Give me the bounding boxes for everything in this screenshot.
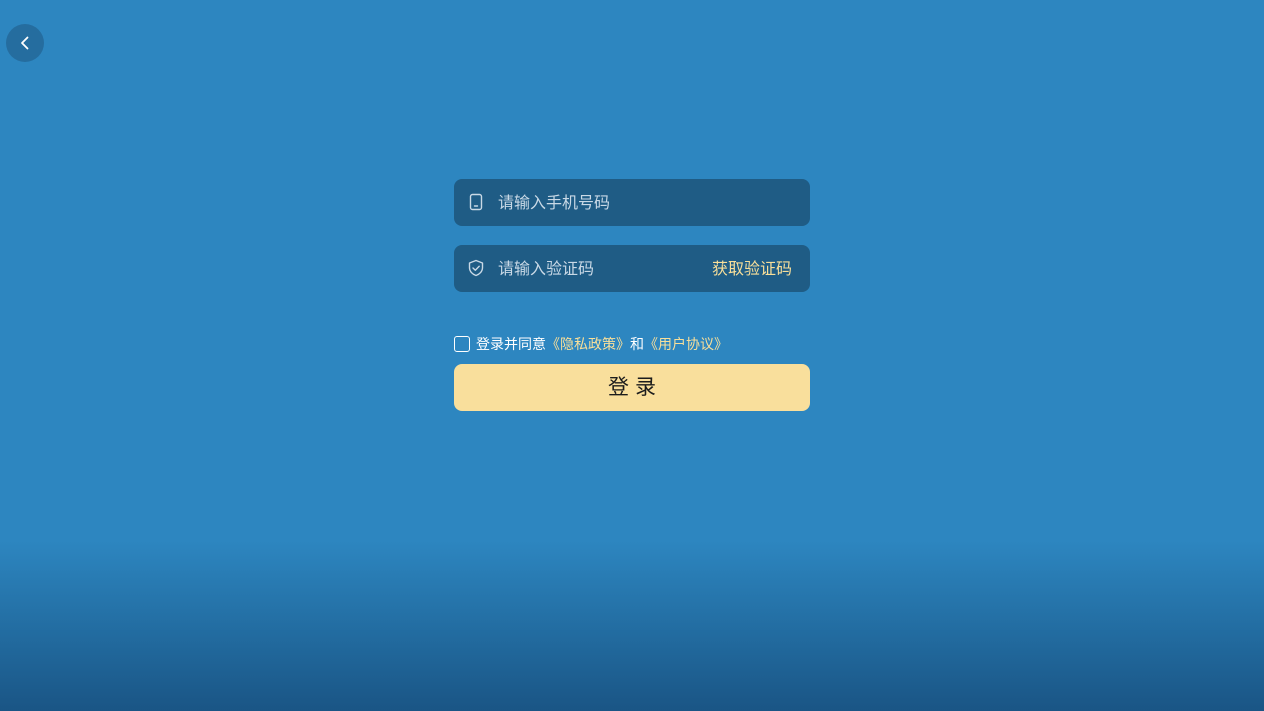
user-agreement-link[interactable]: 《用户协议》 (644, 334, 728, 354)
phone-field (454, 179, 810, 226)
phone-input[interactable] (498, 179, 798, 226)
get-code-button[interactable]: 获取验证码 (712, 245, 792, 292)
shield-check-icon (468, 259, 484, 277)
phone-icon (469, 193, 483, 211)
verification-code-input[interactable] (498, 245, 698, 292)
agreement-checkbox[interactable] (454, 335, 470, 352)
privacy-policy-link[interactable]: 《隐私政策》 (546, 334, 630, 354)
agreement-conjunction: 和 (630, 336, 644, 353)
chevron-left-icon (21, 36, 29, 50)
agreement-text: 登录并同意 (476, 336, 546, 353)
login-button[interactable]: 登录 (454, 364, 810, 411)
agreement-row: 登录并同意 《隐私政策》 和 《用户协议》 (454, 334, 728, 353)
back-button[interactable] (6, 24, 44, 62)
verification-code-field: 获取验证码 (454, 245, 810, 292)
